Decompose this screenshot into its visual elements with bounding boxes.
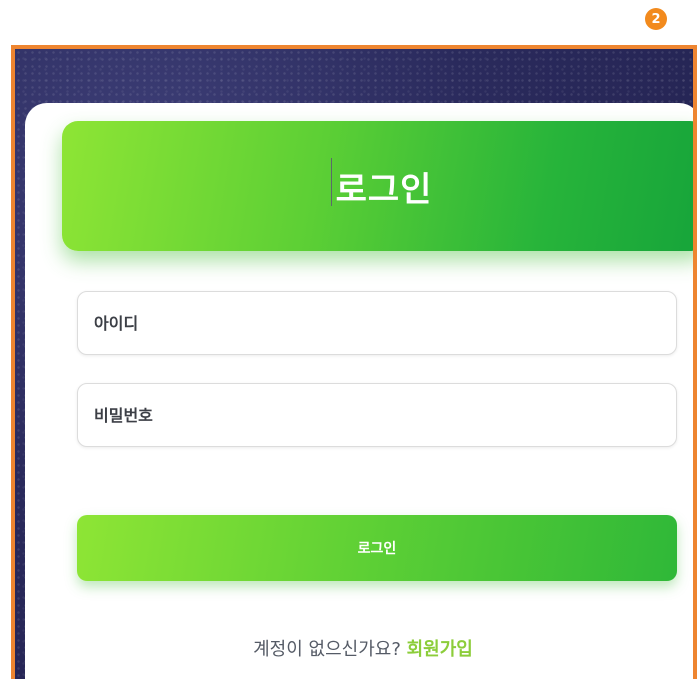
page-title-text: 로그인: [335, 169, 433, 210]
text-cursor: [330, 157, 332, 206]
login-button[interactable]: 로그인: [77, 515, 677, 581]
username-input[interactable]: [78, 292, 676, 354]
highlight-frame: 로그인 로그인 계정이 없으신가요? 회원가입: [11, 45, 697, 679]
signup-prompt-text: 계정이 없으신가요?: [253, 639, 401, 660]
username-field-wrapper: [77, 291, 677, 355]
step-number-badge: 2: [645, 8, 667, 30]
page-title: 로그인: [330, 157, 433, 211]
password-field-wrapper: [77, 383, 677, 447]
login-card: 로그인 로그인 계정이 없으신가요? 회원가입: [25, 103, 693, 679]
login-header: 로그인: [62, 121, 693, 251]
signup-prompt: 계정이 없으신가요? 회원가입: [25, 635, 693, 661]
signup-link[interactable]: 회원가입: [407, 639, 473, 660]
password-input[interactable]: [78, 384, 676, 446]
